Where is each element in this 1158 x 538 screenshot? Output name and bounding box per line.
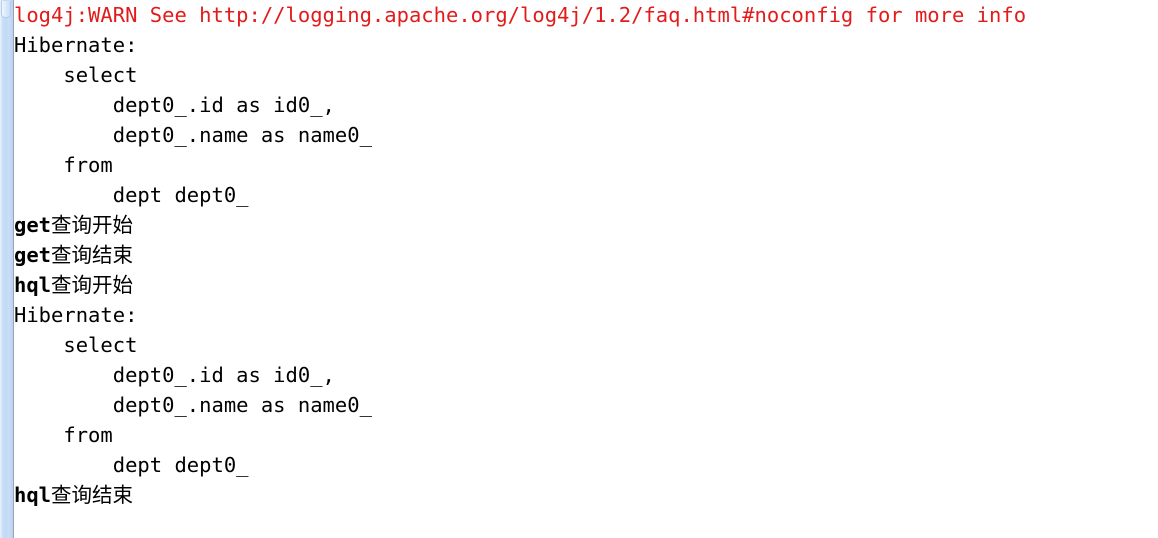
log-line-prefix: get — [14, 243, 52, 267]
log-line: dept0_.id as id0_, — [14, 93, 335, 117]
log-line: log4j:WARN See http://logging.apache.org… — [14, 3, 1027, 27]
log-line: hql查询结束 — [14, 480, 1158, 510]
log-line: hql查询开始 — [14, 270, 1158, 300]
log-line-prefix: get — [14, 213, 52, 237]
log-line-text: 查询开始 — [51, 213, 134, 237]
log-line: select — [14, 63, 138, 87]
log-line-text: 查询结束 — [51, 483, 134, 507]
log-line: Hibernate: — [14, 33, 150, 57]
log-line: dept dept0_ — [14, 183, 249, 207]
log-line-list[interactable]: log4j:WARN See http://logging.apache.org… — [14, 0, 1158, 538]
log-line: dept0_.id as id0_, — [14, 363, 335, 387]
log-line: dept dept0_ — [14, 453, 249, 477]
log-line-text: 查询结束 — [51, 243, 134, 267]
editor-gutter[interactable] — [0, 0, 13, 538]
log-line: from — [14, 153, 113, 177]
log-line: get查询结束 — [14, 240, 1158, 270]
log-line-text: 查询开始 — [51, 273, 134, 297]
log-line: select — [14, 333, 138, 357]
log-line-prefix: hql — [14, 273, 52, 297]
log-line-prefix: hql — [14, 483, 52, 507]
log-line: dept0_.name as name0_ — [14, 393, 372, 417]
log-line: dept0_.name as name0_ — [14, 123, 372, 147]
gutter-fold-handle[interactable] — [1, 1, 11, 18]
log-line: get查询开始 — [14, 210, 1158, 240]
console-output-panel[interactable]: log4j:WARN See http://logging.apache.org… — [0, 0, 1158, 538]
log-line: from — [14, 423, 113, 447]
log-line: Hibernate: — [14, 303, 150, 327]
